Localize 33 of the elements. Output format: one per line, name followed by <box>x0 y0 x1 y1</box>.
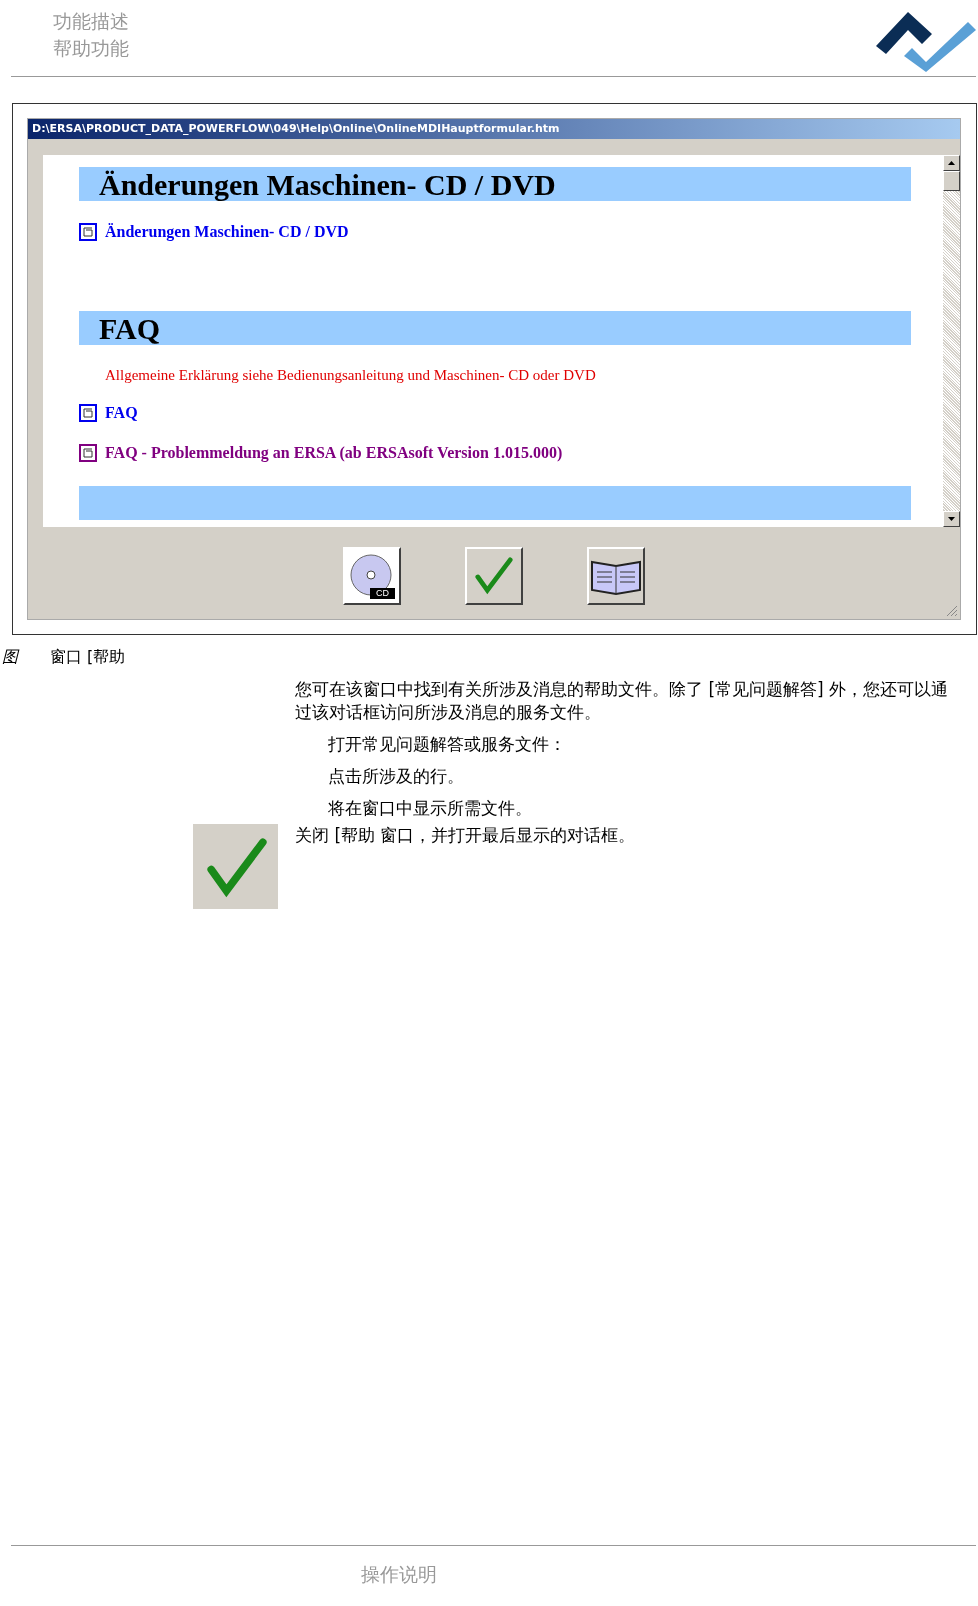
checkmark-icon <box>193 824 278 909</box>
cd-label: CD <box>370 588 395 599</box>
checkmark-icon <box>474 556 514 596</box>
cd-button[interactable]: CD <box>343 547 401 605</box>
step-text: 打开常见问题解答或服务文件： <box>328 733 567 756</box>
resize-grip-icon[interactable] <box>946 605 958 617</box>
intro-paragraph: 您可在该窗口中找到有关所涉及消息的帮助文件。除了 [常见问题解答] 外，您还可以通过该对话框访问所涉及消息的服务文件。 <box>295 678 950 724</box>
caption-label: 图 <box>2 647 18 668</box>
manual-button[interactable] <box>587 547 645 605</box>
confirm-button[interactable] <box>465 547 523 605</box>
scroll-thumb[interactable] <box>943 171 960 191</box>
scroll-up-button[interactable] <box>943 155 960 171</box>
help-link[interactable]: FAQ <box>105 404 138 422</box>
close-description: 关闭 [帮助 窗口，并打开最后显示的对话框。 <box>295 824 636 847</box>
page-icon <box>79 404 97 422</box>
help-link[interactable]: Änderungen Maschinen- CD / DVD <box>105 223 349 241</box>
header-title: 功能描述 <box>53 9 129 34</box>
page-icon <box>79 444 97 462</box>
header-title: 帮助功能 <box>53 36 129 61</box>
window-title: D:\ERSA\PRODUCT_DATA_POWERFLOW\049\Help\Online\OnlineMDIHauptformular.htm <box>28 119 960 139</box>
scroll-down-button[interactable] <box>943 511 960 527</box>
step-text: 将在窗口中显示所需文件。 <box>328 797 533 820</box>
section-heading: Änderungen Maschinen- CD / DVD <box>79 167 911 201</box>
section-heading: FAQ <box>79 311 911 345</box>
up-arrow-icon <box>948 161 955 165</box>
page-icon <box>79 223 97 241</box>
note-text: Allgemeine Erklärung siehe Bedienungsanleitung und Maschinen- CD oder DVD <box>104 367 597 384</box>
caption-text: 窗口 [帮助 <box>50 647 126 668</box>
down-arrow-icon <box>948 517 955 521</box>
footer-text: 操作说明 <box>360 1562 437 1587</box>
step-text: 点击所涉及的行。 <box>328 765 465 788</box>
scrollbar[interactable] <box>943 155 960 527</box>
help-link[interactable]: FAQ - Problemmeldung an ERSA (ab ERSAsoft Version 1.015.000) <box>105 444 563 462</box>
